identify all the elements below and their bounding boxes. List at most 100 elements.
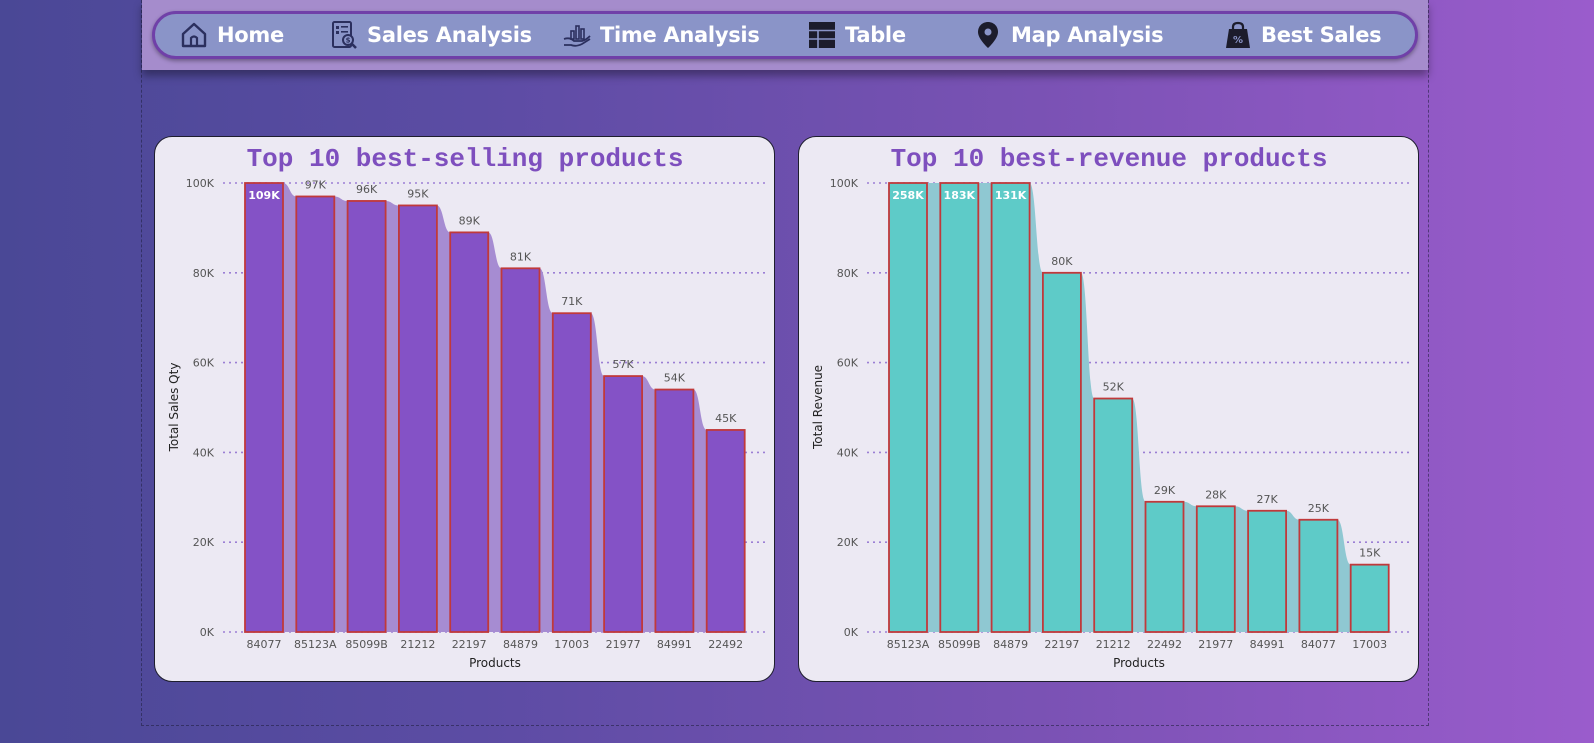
sales-qty-bar[interactable] — [500, 267, 541, 633]
sales-qty-data-label: 95K — [407, 187, 429, 200]
revenue-bar[interactable] — [1093, 397, 1134, 633]
sales-qty-bar[interactable] — [603, 375, 644, 633]
sales-qty-x-tick-label: 84991 — [657, 638, 692, 651]
revenue-bar[interactable] — [939, 182, 980, 633]
best-revenue-chart-card: Top 10 best-revenue products 0K 20K 40K 60K 8… — [798, 136, 1419, 682]
sales-qty-data-label: 97K — [305, 178, 327, 191]
revenue-bar[interactable] — [1349, 563, 1390, 633]
revenue-x-tick-label: 22492 — [1147, 638, 1182, 651]
nav-table-label: Table — [845, 23, 906, 47]
revenue-y-axis-label: Total Revenue — [811, 365, 825, 450]
hand-chart-icon — [563, 25, 591, 47]
revenue-x-tick-label: 21977 — [1198, 638, 1233, 651]
revenue-y-tick-label: 60K — [837, 357, 859, 370]
revenue-y-tick-label: 100K — [830, 177, 859, 190]
sales-qty-y-tick-label: 0K — [200, 626, 215, 639]
revenue-bar[interactable] — [1247, 509, 1288, 633]
sales-qty-data-label: 54K — [664, 372, 686, 385]
revenue-bar[interactable] — [1298, 518, 1339, 633]
table-icon — [809, 22, 835, 48]
sales-qty-x-tick-label: 84879 — [503, 638, 538, 651]
sales-qty-y-tick-label: 40K — [193, 446, 215, 459]
sales-qty-bar[interactable] — [654, 388, 695, 633]
sales-qty-y-tick-label: 20K — [193, 536, 215, 549]
nav-time-analysis-button[interactable]: Time Analysis — [562, 14, 760, 56]
revenue-x-tick-label: 84991 — [1250, 638, 1285, 651]
nav-map-analysis-label: Map Analysis — [1011, 23, 1164, 47]
revenue-data-label: 25K — [1308, 502, 1330, 515]
revenue-data-label: 28K — [1205, 488, 1227, 501]
discount-bag-icon: % — [1226, 21, 1250, 48]
sales-qty-x-tick-label: 84077 — [247, 638, 282, 651]
sales-qty-bar[interactable] — [295, 195, 336, 633]
sales-qty-y-tick-label: 100K — [186, 177, 215, 190]
map-pin-icon — [978, 22, 998, 48]
revenue-x-tick-label: 21212 — [1096, 638, 1131, 651]
best-selling-chart-card: Top 10 best-selling products 0K 20K 40K 60K 8… — [154, 136, 775, 682]
home-icon — [181, 22, 207, 48]
revenue-data-label: 80K — [1051, 255, 1073, 268]
sales-qty-data-label: 71K — [561, 295, 583, 308]
sales-qty-chart-title: Top 10 best-selling products — [247, 144, 684, 174]
revenue-bar[interactable] — [888, 182, 928, 633]
sales-qty-bar[interactable] — [397, 204, 438, 633]
revenue-x-axis-label: Products — [1113, 656, 1165, 670]
sales-qty-bar[interactable] — [551, 312, 592, 633]
revenue-chart-title: Top 10 best-revenue products — [891, 144, 1328, 174]
revenue-data-label: 183K — [944, 189, 976, 202]
sales-report-icon: $ — [332, 21, 357, 49]
revenue-bar[interactable] — [1195, 505, 1236, 633]
revenue-x-tick-label: 22197 — [1044, 638, 1079, 651]
sales-qty-bar[interactable] — [244, 182, 284, 633]
sales-qty-x-tick-label: 21212 — [400, 638, 435, 651]
sales-qty-x-tick-label: 85123A — [294, 638, 337, 651]
sales-qty-data-label: 57K — [612, 358, 634, 371]
revenue-x-tick-label: 85123A — [887, 638, 930, 651]
revenue-bar[interactable] — [1041, 271, 1082, 633]
best-revenue-bar-chart: Top 10 best-revenue products 0K 20K 40K 60K 8… — [811, 144, 1411, 670]
sales-qty-bar[interactable] — [346, 200, 387, 633]
nav-map-analysis-button[interactable]: Map Analysis — [973, 14, 1164, 56]
revenue-bar[interactable] — [990, 182, 1031, 633]
svg-text:%: % — [1233, 35, 1243, 46]
sales-qty-y-tick-label: 80K — [193, 267, 215, 280]
sales-qty-x-axis-label: Products — [469, 656, 521, 670]
sales-qty-data-label: 45K — [715, 412, 737, 425]
sales-qty-x-tick-label: 21977 — [606, 638, 641, 651]
revenue-y-tick-label: 40K — [837, 446, 859, 459]
nav-time-analysis-label: Time Analysis — [600, 23, 760, 47]
nav-home-label: Home — [217, 23, 284, 47]
best-selling-bar-chart: Top 10 best-selling products 0K 20K 40K 60K 8… — [167, 144, 767, 670]
sales-qty-bar[interactable] — [449, 231, 490, 633]
revenue-data-label: 29K — [1154, 484, 1176, 497]
sales-qty-data-label: 89K — [459, 214, 481, 227]
nav-best-sales-button[interactable]: % Best Sales — [1223, 14, 1382, 56]
nav-table-button[interactable]: Table — [807, 14, 906, 56]
revenue-data-label: 27K — [1256, 493, 1278, 506]
nav-sales-analysis-button[interactable]: $ Sales Analysis — [329, 14, 532, 56]
revenue-y-tick-label: 20K — [837, 536, 859, 549]
revenue-x-tick-label: 17003 — [1352, 638, 1387, 651]
sales-qty-data-label: 96K — [356, 183, 378, 196]
sales-qty-bar[interactable] — [705, 429, 746, 633]
sales-qty-data-label: 109K — [248, 189, 280, 202]
sales-qty-x-tick-label: 22492 — [708, 638, 743, 651]
revenue-x-tick-label: 85099B — [938, 638, 981, 651]
revenue-data-label: 52K — [1103, 381, 1125, 394]
nav-best-sales-label: Best Sales — [1261, 23, 1382, 47]
revenue-x-tick-label: 84077 — [1301, 638, 1336, 651]
sales-qty-y-tick-label: 60K — [193, 357, 215, 370]
revenue-y-tick-label: 0K — [844, 626, 859, 639]
sales-qty-data-label: 81K — [510, 250, 532, 263]
sales-qty-x-tick-label: 17003 — [554, 638, 589, 651]
sales-qty-x-tick-label: 85099B — [345, 638, 388, 651]
revenue-bar[interactable] — [1144, 500, 1185, 633]
revenue-x-tick-label: 84879 — [993, 638, 1028, 651]
nav-sales-analysis-label: Sales Analysis — [367, 23, 532, 47]
svg-text:$: $ — [346, 37, 351, 45]
nav-home-button[interactable]: Home — [179, 14, 284, 56]
navigation-pill: Home $ Sales Analysis Time Analysis Tabl… — [152, 11, 1418, 59]
revenue-data-label: 131K — [995, 189, 1027, 202]
revenue-data-label: 258K — [892, 189, 924, 202]
revenue-data-label: 15K — [1359, 547, 1381, 560]
